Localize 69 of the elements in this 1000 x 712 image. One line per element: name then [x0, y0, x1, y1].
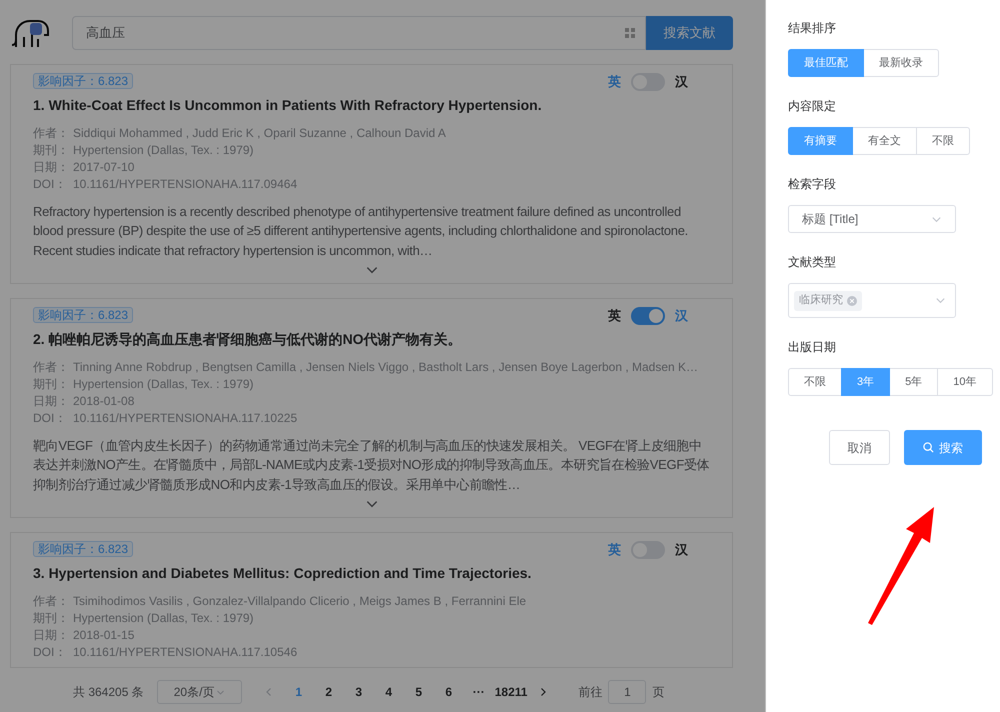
goto-page-input[interactable]: 1: [608, 680, 646, 704]
cancel-button[interactable]: 取消: [829, 430, 890, 465]
meta-value: 10.1161/HYPERTENSIONAHA.117.09464: [73, 176, 298, 192]
article-title[interactable]: 1. White-Coat Effect Is Uncommon in Patients With Refractory Hypertension.: [33, 94, 710, 116]
chevron-down-icon: [216, 688, 225, 696]
filter-title: 内容限定: [788, 98, 837, 115]
english-label[interactable]: 英: [608, 306, 621, 326]
impact-factor-tag: 影响因子：6.823: [33, 540, 134, 557]
search-input[interactable]: 高血压: [72, 16, 646, 50]
page-size-select[interactable]: 20条/页: [156, 680, 242, 704]
page-number[interactable]: 2: [314, 683, 344, 701]
meta-label: 日期：: [33, 626, 70, 644]
page-number[interactable]: 3: [344, 683, 374, 701]
previous-page-icon[interactable]: [264, 687, 274, 697]
filter-option[interactable]: 不限: [788, 368, 842, 396]
goto-unit: 页: [652, 684, 664, 701]
next-page-icon[interactable]: [538, 687, 548, 697]
page-number[interactable]: 4: [374, 683, 404, 701]
meta-label: 作者：: [33, 592, 70, 610]
meta-value: Siddiqui Mohammed , Judd Eric K , Oparil Suzanne , Calhoun David A: [73, 124, 446, 142]
language-switch[interactable]: [631, 306, 665, 325]
meta-label: 期刊：: [33, 142, 70, 158]
goto-label: 前往: [578, 684, 602, 701]
page-number[interactable]: ···: [464, 683, 494, 701]
meta-label: 日期：: [33, 158, 70, 176]
close-icon[interactable]: [847, 296, 857, 306]
meta-value: 10.1161/HYPERTENSIONAHA.117.10225: [73, 410, 298, 426]
grid-icon[interactable]: [625, 28, 635, 38]
meta-label: 作者：: [33, 358, 70, 376]
total-count: 共 364205 条: [73, 684, 144, 701]
type-tag: 临床研究: [794, 290, 862, 310]
meta-value: Hypertension (Dallas, Tex. : 1979): [73, 376, 254, 392]
abstract-text: Refractory hypertension is a recently described phenotype of antihypertensive treatment failure defined as uncontrolled blood pressure (BP) despite the use of ≥5 different antihypertensive agents, including chlorthalidone and spironolactone. Recent studies indicate that refractory hypertension is uncommon, with…: [33, 202, 689, 260]
abstract-text: 靶向VEGF（血管内皮生长因子）的药物通常通过尚未完全了解的机制与高血压的快速发展相关。 VEGF在肾上皮细胞中表达并刺激NO产生。在肾髓质中，局部L-NAME或内皮素-1受损对NO形成的抑制导致高血压。本研究旨在检验VEGF受体抑制剂治疗通过减少肾髓质形成NO和内皮素-1导致高血压的假设。采用单中心前瞻性…: [33, 436, 710, 494]
article-title[interactable]: 3. Hypertension and Diabetes Mellitus: Coprediction and Time Trajectories.: [33, 562, 710, 584]
meta-value: Hypertension (Dallas, Tex. : 1979): [73, 142, 254, 158]
search-field-select[interactable]: 标题 [Title]: [788, 205, 956, 233]
meta-label: DOI：: [33, 410, 68, 426]
meta-value: Tinning Anne Robdrup , Bengtsen Camilla , Jensen Niels Viggo , Bastholt Lars , Jensen Boye Lagerbon , Madsen K…: [73, 358, 698, 376]
meta-label: 日期：: [33, 392, 70, 410]
meta-value: Tsimihodimos Vasilis , Gonzalez-Villalpando Clicerio , Meigs James B , Ferrannini Ele: [73, 592, 526, 610]
impact-factor-tag: 影响因子：6.823: [33, 306, 134, 323]
filter-title: 文献类型: [788, 254, 837, 271]
filter-title: 检索字段: [788, 176, 837, 193]
page-number[interactable]: 5: [404, 683, 434, 701]
impact-factor-tag: 影响因子：6.823: [33, 72, 134, 89]
meta-label: DOI：: [33, 644, 68, 660]
page-number[interactable]: 18211: [494, 683, 528, 701]
meta-label: DOI：: [33, 176, 68, 192]
meta-value: Hypertension (Dallas, Tex. : 1979): [73, 610, 254, 626]
filter-option[interactable]: 有全文: [852, 127, 917, 155]
meta-label: 期刊：: [33, 610, 70, 626]
chinese-label[interactable]: 汉: [675, 72, 688, 92]
filter-option[interactable]: 最新收录: [863, 49, 939, 77]
filter-title: 出版日期: [788, 339, 837, 356]
meta-value: 2017-07-10: [73, 158, 134, 176]
meta-label: 期刊：: [33, 376, 70, 392]
chinese-label[interactable]: 汉: [675, 540, 688, 560]
meta-value: 2018-01-08: [73, 392, 134, 410]
filter-title: 结果排序: [788, 20, 837, 37]
meta-value: 2018-01-15: [73, 626, 134, 644]
meta-label: 作者：: [33, 124, 70, 142]
search-icon: [923, 442, 934, 453]
meta-value: 10.1161/HYPERTENSIONAHA.117.10546: [73, 644, 298, 660]
filter-option[interactable]: 10年: [937, 368, 992, 396]
page-number[interactable]: 6: [434, 683, 464, 701]
filter-option[interactable]: 不限: [916, 127, 970, 155]
article-title[interactable]: 2. 帕唑帕尼诱导的高血压患者肾细胞癌与低代谢的NO代谢产物有关。: [33, 328, 710, 350]
filter-option[interactable]: 5年: [889, 368, 938, 396]
